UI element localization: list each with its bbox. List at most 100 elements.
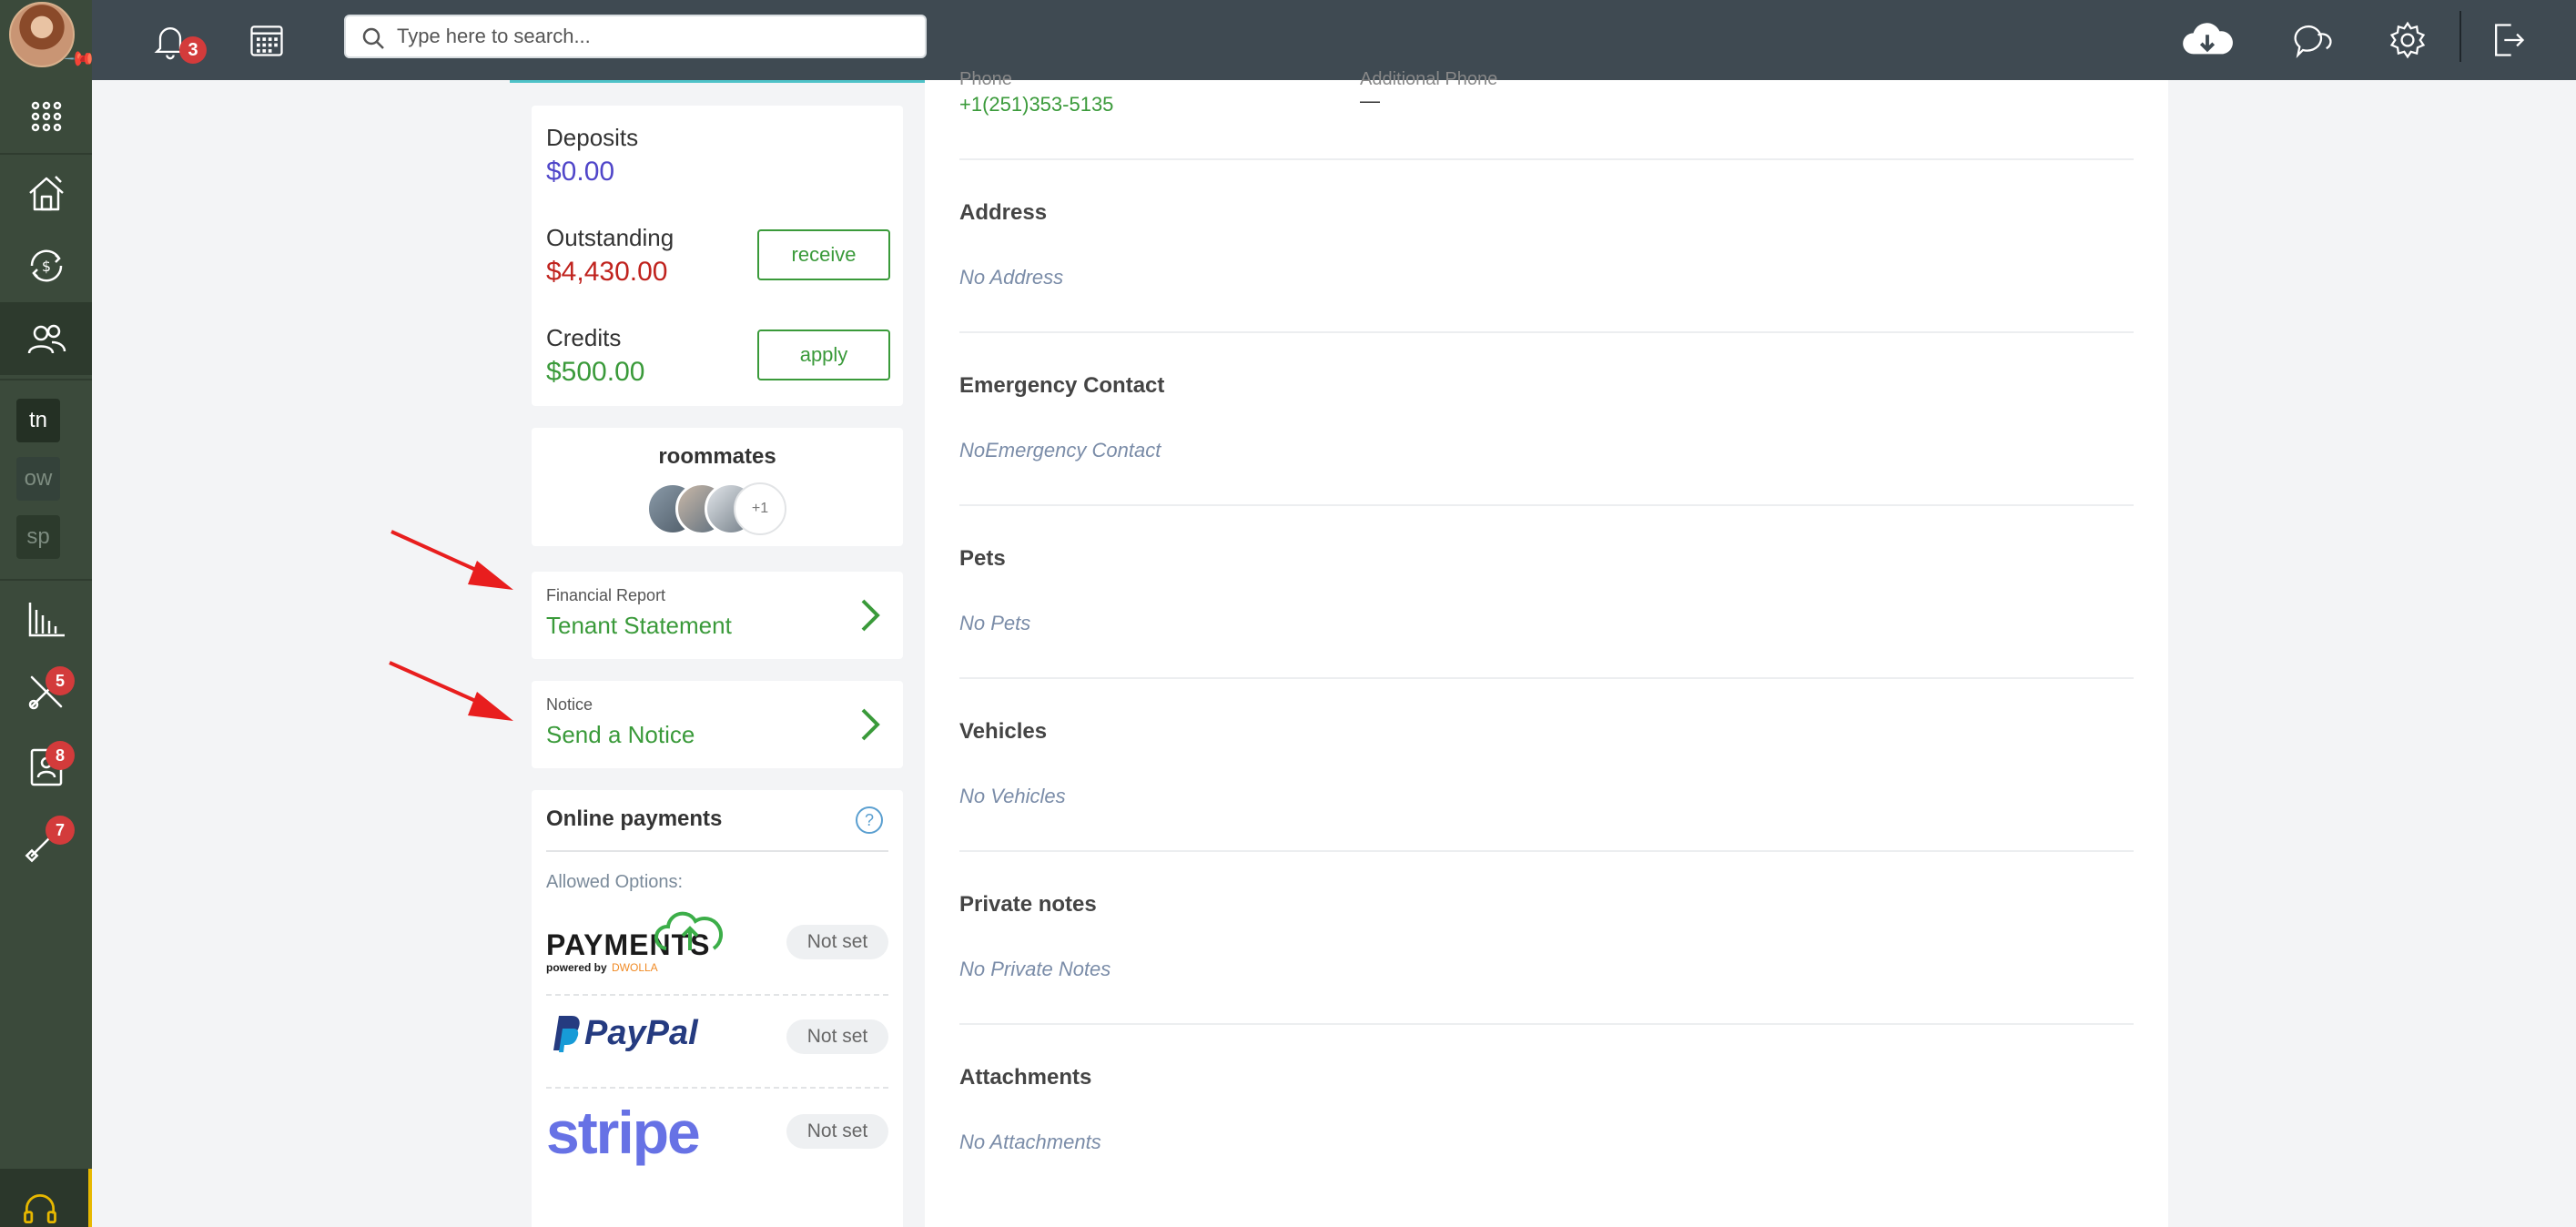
help-icon[interactable]: ? bbox=[856, 806, 883, 834]
stripe-status: Not set bbox=[786, 1114, 888, 1149]
private-notes-empty: No Private Notes bbox=[959, 958, 1111, 980]
payments-dwolla-logo: PAYMENTS powered by DWOLLA bbox=[546, 908, 728, 979]
notification-count-badge: 3 bbox=[179, 36, 207, 64]
search-input[interactable] bbox=[397, 25, 925, 48]
sidebar-item-properties[interactable] bbox=[0, 157, 92, 229]
attachments-empty: No Attachments bbox=[959, 1131, 1101, 1153]
pets-empty: No Pets bbox=[959, 612, 1031, 634]
roommates-card: roommates +1 bbox=[532, 428, 903, 546]
sidebar-item-reports[interactable] bbox=[0, 583, 92, 655]
sidebar-item-contacts[interactable] bbox=[0, 730, 92, 803]
topbar: 3 bbox=[92, 0, 2576, 80]
search-icon bbox=[362, 27, 384, 49]
chevron-right-icon bbox=[861, 708, 880, 741]
contacts-badge: 8 bbox=[46, 741, 75, 770]
divider bbox=[546, 994, 888, 996]
apps-grid-icon bbox=[31, 101, 61, 132]
divider bbox=[546, 850, 888, 852]
profile-area: 📌 bbox=[0, 0, 97, 80]
cloud-upload-icon bbox=[654, 911, 723, 950]
private-notes-title: Private notes bbox=[959, 892, 1097, 917]
tenant-statement-title: Tenant Statement bbox=[546, 612, 732, 639]
sidebar: 📌 $ tn ow sp 5 8 7 bbox=[0, 0, 97, 1227]
deposits-label: Deposits bbox=[546, 124, 639, 151]
settings-button[interactable] bbox=[2384, 16, 2431, 64]
maintenance-badge: 5 bbox=[46, 666, 75, 695]
additional-phone-label: Additional Phone bbox=[1360, 69, 1498, 89]
outstanding-label: Outstanding bbox=[546, 224, 674, 251]
house-icon bbox=[28, 176, 64, 211]
divider bbox=[959, 850, 2134, 852]
apply-button[interactable]: apply bbox=[757, 330, 890, 380]
roommates-title: roommates bbox=[658, 444, 776, 469]
calendar-icon bbox=[250, 25, 283, 56]
online-payments-title: Online payments bbox=[546, 806, 723, 831]
left-column: Deposits $0.00 Outstanding $4,430.00 rec… bbox=[510, 80, 925, 1227]
credits-label: Credits bbox=[546, 324, 622, 351]
deposits-value: $0.00 bbox=[546, 157, 615, 187]
phone-label: Phone bbox=[959, 69, 1012, 89]
allowed-options-label: Allowed Options: bbox=[546, 872, 684, 892]
divider bbox=[959, 504, 2134, 506]
topbar-divider bbox=[2459, 11, 2461, 62]
headset-icon bbox=[24, 1194, 56, 1224]
calendar-button[interactable] bbox=[243, 16, 290, 64]
paypal-mark-icon bbox=[553, 1016, 580, 1052]
credits-value: $500.00 bbox=[546, 357, 645, 387]
attachments-title: Attachments bbox=[959, 1065, 1092, 1090]
gear-icon bbox=[2389, 21, 2426, 59]
bar-chart-icon bbox=[28, 603, 65, 637]
svg-text:$: $ bbox=[41, 258, 50, 275]
accent-line bbox=[510, 80, 925, 83]
divider bbox=[959, 331, 2134, 333]
paypal-logo: PayPal bbox=[546, 1009, 728, 1060]
search-box[interactable] bbox=[344, 15, 927, 58]
sidebar-abbr-sp[interactable]: sp bbox=[16, 515, 60, 559]
tenant-statement-link[interactable]: Financial Report Tenant Statement bbox=[532, 572, 903, 659]
online-payments-card: Online payments ? Allowed Options: PAYME… bbox=[532, 790, 903, 1227]
phone-value[interactable]: +1(251)353-5135 bbox=[959, 93, 1113, 117]
divider bbox=[546, 1087, 888, 1089]
send-notice-link[interactable]: Notice Send a Notice bbox=[532, 681, 903, 768]
pets-title: Pets bbox=[959, 546, 1006, 571]
annotation-arrow bbox=[389, 661, 513, 721]
emergency-contact-empty: NoEmergency Contact bbox=[959, 439, 1161, 461]
vehicles-empty: No Vehicles bbox=[959, 785, 1066, 807]
notice-category: Notice bbox=[546, 695, 593, 714]
people-icon bbox=[27, 324, 66, 354]
emergency-contact-title: Emergency Contact bbox=[959, 373, 1165, 398]
download-button[interactable] bbox=[2178, 16, 2236, 64]
chat-bubble-icon bbox=[2294, 25, 2332, 58]
annotation-arrow bbox=[390, 530, 513, 590]
divider bbox=[959, 677, 2134, 679]
sidebar-item-people[interactable] bbox=[0, 302, 92, 375]
roommates-more[interactable]: +1 bbox=[734, 482, 786, 535]
payments-status: Not set bbox=[786, 925, 888, 959]
sidebar-item-maintenance[interactable] bbox=[0, 655, 92, 728]
sidebar-item-accounting[interactable]: $ bbox=[0, 229, 92, 302]
logout-icon bbox=[2495, 24, 2525, 56]
vehicles-title: Vehicles bbox=[959, 719, 1048, 744]
send-notice-title: Send a Notice bbox=[546, 721, 695, 748]
sidebar-abbr-ow[interactable]: ow bbox=[16, 457, 60, 501]
chevron-right-icon bbox=[861, 599, 880, 632]
chat-button[interactable] bbox=[2289, 16, 2337, 64]
support-button[interactable] bbox=[0, 1169, 92, 1227]
receive-button[interactable]: receive bbox=[757, 229, 890, 280]
sidebar-item-tools[interactable] bbox=[0, 805, 92, 877]
address-title: Address bbox=[959, 200, 1048, 225]
divider bbox=[959, 158, 2134, 160]
address-empty: No Address bbox=[959, 266, 1064, 289]
sidebar-abbr-tn[interactable]: tn bbox=[16, 399, 60, 442]
stripe-logo: stripe bbox=[546, 1099, 701, 1166]
additional-phone-value: — bbox=[1360, 89, 1380, 112]
tools-badge: 7 bbox=[46, 816, 75, 845]
financial-report-category: Financial Report bbox=[546, 586, 666, 604]
tenant-details-panel: Phone +1(251)353-5135 Additional Phone —… bbox=[925, 69, 2168, 1227]
paypal-status: Not set bbox=[786, 1019, 888, 1054]
sidebar-item-apps[interactable] bbox=[0, 80, 92, 153]
logout-button[interactable] bbox=[2484, 16, 2531, 64]
balances-card: Deposits $0.00 Outstanding $4,430.00 rec… bbox=[532, 106, 903, 406]
divider bbox=[959, 1023, 2134, 1025]
cloud-download-icon bbox=[2183, 23, 2233, 55]
